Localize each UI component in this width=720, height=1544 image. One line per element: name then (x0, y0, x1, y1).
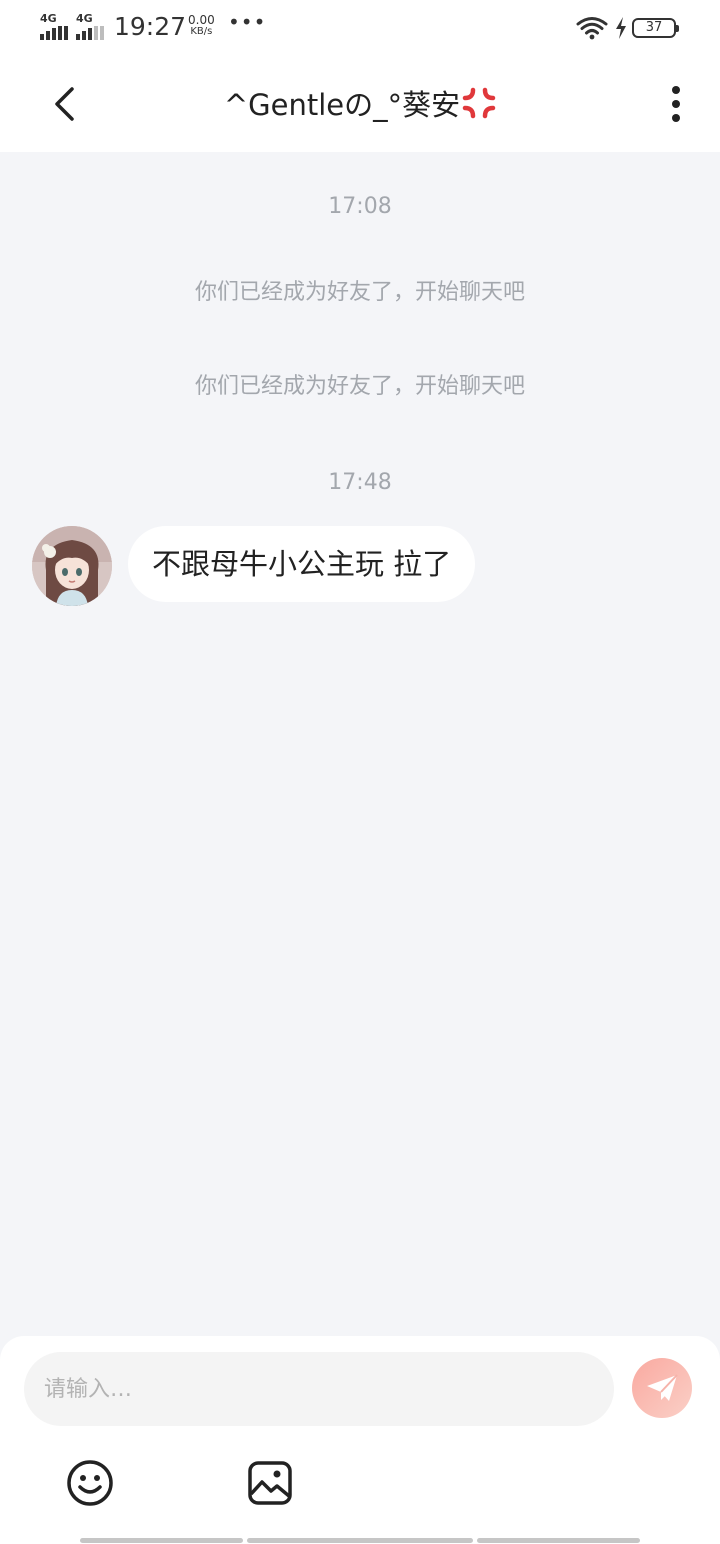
anime-girl-avatar-image (32, 526, 112, 606)
paper-plane-icon (647, 1374, 678, 1401)
image-icon (248, 1461, 292, 1505)
status-more-icon: ••• (228, 10, 267, 34)
wifi-icon (576, 17, 608, 40)
signal-2-icon: 4G (76, 12, 110, 40)
nav-gesture-bar[interactable] (477, 1538, 640, 1543)
back-button[interactable] (40, 80, 88, 128)
nav-gesture-bar[interactable] (247, 1538, 473, 1543)
nav-gesture-bar[interactable] (80, 1538, 243, 1543)
chat-screen: 4G 4G 19:27 0.00 KB/s ••• 37 ^Gentleの_°葵… (0, 0, 720, 1544)
system-message: 你们已经成为好友了，开始聊天吧 (194, 374, 525, 399)
battery-level: 37 (645, 20, 663, 35)
contact-name: ^Gentleの_°葵安 (223, 88, 461, 122)
anger-symbol-icon (462, 87, 496, 119)
network-speed-unit: KB/s (190, 26, 213, 37)
system-message: 你们已经成为好友了，开始聊天吧 (194, 280, 525, 305)
chevron-left-icon (55, 87, 74, 121)
network-type-2: 4G (76, 12, 93, 25)
chat-header: ^Gentleの_°葵安 (0, 56, 720, 152)
image-button[interactable] (245, 1458, 295, 1508)
smiley-icon (67, 1460, 113, 1506)
status-bar: 4G 4G 19:27 0.00 KB/s ••• 37 (0, 0, 720, 56)
message-list[interactable]: 17:08 你们已经成为好友了，开始聊天吧 你们已经成为好友了，开始聊天吧 17… (0, 152, 720, 1336)
network-type-1: 4G (40, 12, 57, 25)
more-options-button[interactable] (656, 80, 696, 128)
network-speed: 0.00 KB/s (188, 14, 215, 38)
status-time: 19:27 (114, 12, 187, 41)
emoji-button[interactable] (65, 1458, 115, 1508)
chat-title: ^Gentleの_°葵安 (130, 82, 590, 124)
avatar[interactable] (32, 526, 112, 606)
charging-icon (616, 17, 626, 39)
timestamp: 17:08 (328, 194, 392, 219)
battery-icon: 37 (632, 18, 679, 38)
timestamp: 17:48 (328, 470, 392, 495)
send-button[interactable] (632, 1358, 692, 1418)
network-speed-value: 0.00 (188, 13, 215, 27)
composer-panel (0, 1336, 720, 1544)
more-vertical-icon (672, 86, 680, 94)
signal-1-icon: 4G (40, 12, 74, 40)
message-bubble[interactable]: 不跟母牛小公主玩 拉了 (128, 526, 476, 602)
message-input[interactable] (24, 1352, 614, 1426)
